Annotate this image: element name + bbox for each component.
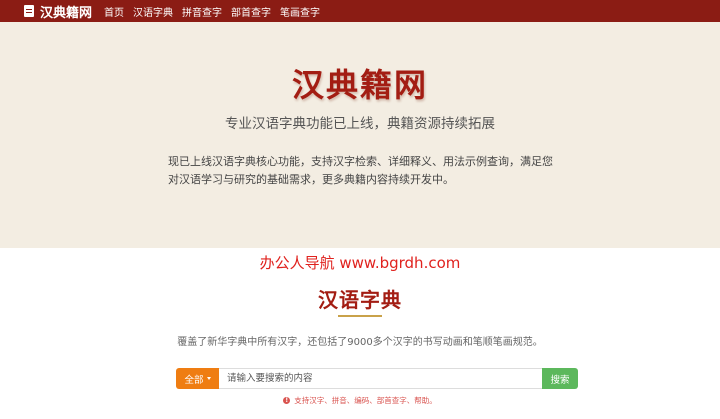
hero-subtitle: 专业汉语字典功能已上线，典籍资源持续拓展 — [225, 116, 495, 132]
search-button[interactable]: 搜索 — [542, 368, 578, 389]
search-bar: 全部 搜索 — [176, 368, 578, 389]
search-input[interactable] — [219, 368, 542, 389]
section-title: 汉语字典 — [318, 288, 402, 312]
caret-down-icon — [206, 377, 211, 380]
nav-link-dictionary[interactable]: 汉语字典 — [133, 4, 173, 19]
search-hint-text: 支持汉字、拼音、编码、部首查字、帮助。 — [294, 396, 437, 405]
nav-link-radical-lookup[interactable]: 部首查字 — [231, 4, 271, 19]
nav-link-stroke-lookup[interactable]: 笔画查字 — [280, 4, 320, 19]
exclamation-icon: ! — [283, 397, 291, 404]
nav-links: 首页 汉语字典 拼音查字 部首查字 笔画查字 — [104, 4, 329, 19]
title-underline — [338, 315, 382, 317]
hero-banner: 汉典籍网 专业汉语字典功能已上线，典籍资源持续拓展 现已上线汉语字典核心功能，支… — [0, 22, 720, 248]
section-description: 覆盖了新华字典中所有汉字，还包括了9000多个汉字的书写动画和笔顺笔画规范。 — [177, 337, 543, 348]
hero-title: 汉典籍网 — [291, 66, 428, 104]
top-navbar: 汉典籍网 首页 汉语字典 拼音查字 部首查字 笔画查字 — [0, 0, 720, 22]
book-icon — [24, 5, 34, 17]
brand-name: 汉典籍网 — [40, 5, 93, 21]
nav-link-pinyin-lookup[interactable]: 拼音查字 — [182, 4, 222, 19]
search-hint: ! 支持汉字、拼音、编码、部首查字、帮助。 — [0, 395, 720, 406]
promo-link[interactable]: 办公人导航 www.bgrdh.com — [0, 252, 720, 273]
hero-description: 现已上线汉语字典核心功能，支持汉字检索、详细释义、用法示例查询，满足您对汉语学习… — [168, 155, 553, 186]
nav-link-home[interactable]: 首页 — [104, 4, 124, 19]
search-scope-dropdown[interactable]: 全部 — [176, 368, 219, 389]
brand-logo[interactable]: 汉典籍网 — [24, 2, 92, 21]
search-scope-label: 全部 — [184, 374, 204, 386]
